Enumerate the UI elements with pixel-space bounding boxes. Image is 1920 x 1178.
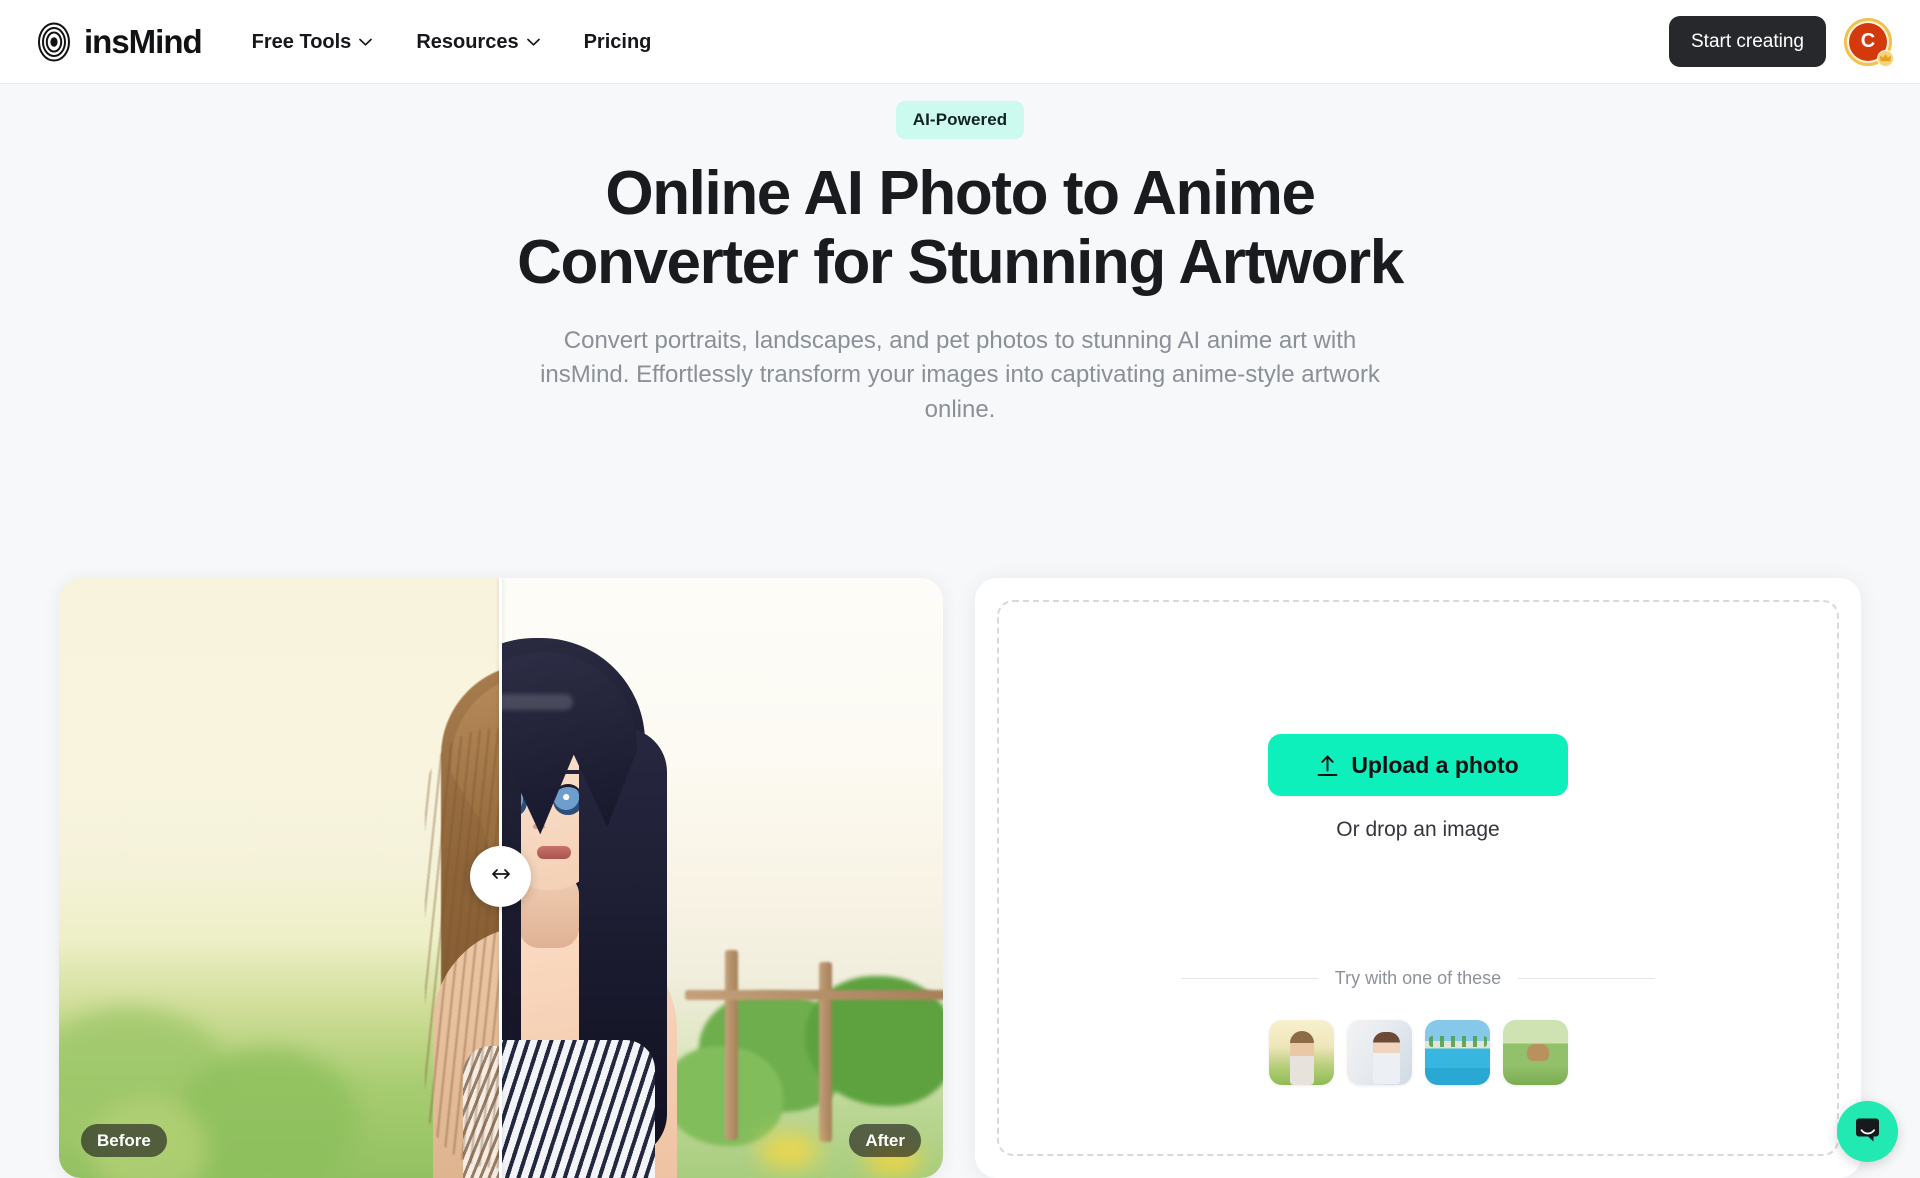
after-image-pane bbox=[501, 578, 943, 1178]
nav-item-free-tools[interactable]: Free Tools bbox=[250, 26, 375, 58]
chevron-down-icon bbox=[359, 38, 373, 46]
page-root: insMind Free Tools Resources Pricing Sta… bbox=[0, 0, 1920, 1178]
before-image-pane bbox=[59, 578, 501, 1178]
chevron-down-icon bbox=[526, 38, 540, 46]
before-photo bbox=[59, 578, 501, 1178]
upload-arrow-icon bbox=[1317, 754, 1338, 777]
sample-thumbnails bbox=[999, 1020, 1837, 1085]
nav-label: Pricing bbox=[583, 30, 652, 53]
sample-thumbnail-woman-in-field[interactable] bbox=[1268, 1020, 1334, 1085]
upload-photo-button[interactable]: Upload a photo bbox=[1268, 734, 1568, 796]
nav-item-pricing[interactable]: Pricing bbox=[582, 26, 654, 58]
ai-powered-badge: AI-Powered bbox=[895, 101, 1025, 139]
left-right-arrow-icon bbox=[487, 867, 515, 886]
sample-thumbnail-pool-landscape[interactable] bbox=[1424, 1020, 1490, 1085]
brand-logo[interactable]: insMind bbox=[34, 22, 203, 62]
chat-bubble-smile-icon bbox=[1852, 1115, 1883, 1149]
user-avatar[interactable]: C bbox=[1844, 17, 1894, 67]
dropzone-center: Upload a photo Or drop an image bbox=[1268, 734, 1568, 842]
site-header: insMind Free Tools Resources Pricing Sta… bbox=[0, 0, 1920, 84]
nav-label: Free Tools bbox=[251, 30, 352, 53]
main-nav: Free Tools Resources Pricing bbox=[250, 26, 654, 58]
crown-icon bbox=[1877, 49, 1894, 67]
page-subtitle: Convert portraits, landscapes, and pet p… bbox=[540, 326, 1380, 423]
drop-hint-text: Or drop an image bbox=[1336, 818, 1500, 841]
before-label: Before bbox=[81, 1124, 167, 1157]
nav-label: Resources bbox=[416, 30, 519, 53]
chat-widget-button[interactable] bbox=[1837, 1101, 1898, 1162]
main-content: Before After Upload a photo Or drop an i… bbox=[0, 578, 1920, 1178]
hero-section: AI-Powered Online AI Photo to Anime Conv… bbox=[0, 84, 1920, 428]
comparison-drag-handle[interactable] bbox=[470, 846, 531, 907]
start-creating-button[interactable]: Start creating bbox=[1669, 16, 1826, 67]
upload-panel: Upload a photo Or drop an image Try with… bbox=[975, 578, 1861, 1178]
try-samples-label: Try with one of these bbox=[1334, 968, 1502, 988]
divider-left bbox=[1180, 978, 1318, 979]
nav-item-resources[interactable]: Resources bbox=[414, 26, 541, 58]
try-samples-header: Try with one of these bbox=[999, 968, 1837, 989]
upload-button-label: Upload a photo bbox=[1351, 751, 1519, 778]
sample-thumbnail-girl-indoors[interactable] bbox=[1346, 1020, 1412, 1085]
sample-thumbnail-dog-running[interactable] bbox=[1502, 1020, 1568, 1085]
divider-right bbox=[1518, 978, 1656, 979]
dropzone[interactable]: Upload a photo Or drop an image Try with… bbox=[997, 600, 1839, 1156]
header-actions: Start creating C bbox=[1669, 16, 1894, 67]
page-title: Online AI Photo to Anime Converter for S… bbox=[517, 159, 1404, 298]
brand-name: insMind bbox=[84, 23, 203, 60]
after-anime-image bbox=[501, 578, 943, 1178]
before-after-comparison[interactable]: Before After bbox=[59, 578, 943, 1178]
concentric-circles-logo-icon bbox=[34, 22, 74, 62]
after-label: After bbox=[849, 1124, 921, 1157]
